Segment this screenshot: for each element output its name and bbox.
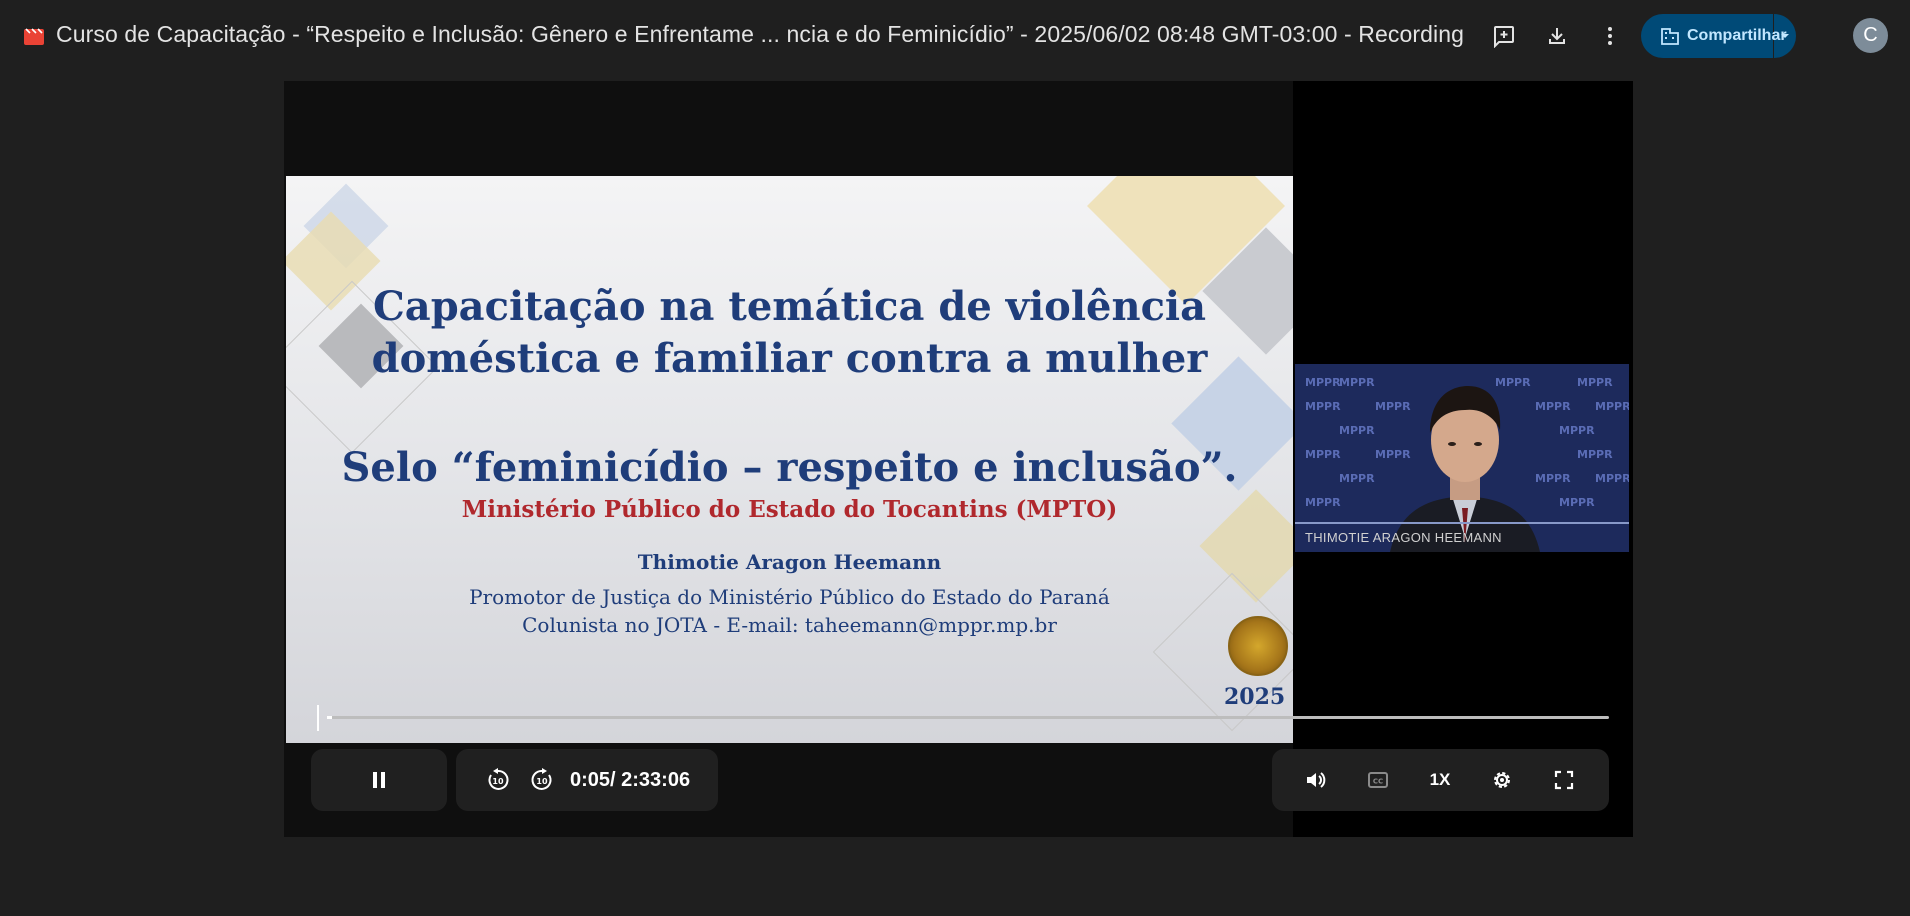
forward-10-button[interactable]: 10 [522, 749, 562, 811]
pause-button[interactable] [311, 749, 447, 811]
domain-icon [1661, 27, 1679, 45]
recording-title: Curso de Capacitação - “Respeito e Inclu… [56, 21, 1465, 47]
slide-presenter: Thimotie Aragon Heemann [637, 550, 942, 574]
pause-icon [373, 772, 385, 788]
share-dropdown-button[interactable] [1774, 14, 1796, 58]
captions-icon: CC [1368, 772, 1388, 788]
background-logo-text: MPPR [1535, 400, 1571, 413]
top-bar: Curso de Capacitação - “Respeito e Inclu… [0, 0, 1910, 72]
download-icon[interactable] [1541, 20, 1573, 52]
background-logo-text: MPPR [1577, 448, 1613, 461]
share-button-group: Compartilhar [1641, 14, 1796, 58]
participant-camera: MPPR MPPR MPPR MPPR MPPR MPPR MPPR MPPR … [1295, 364, 1629, 552]
video-player[interactable]: Capacitação na temática de violência dom… [284, 81, 1633, 837]
background-logo-text: MPPR [1577, 376, 1613, 389]
play-control-group [311, 749, 447, 811]
video-file-icon [24, 27, 44, 45]
fullscreen-button[interactable] [1540, 749, 1588, 811]
share-label: Compartilhar [1687, 27, 1787, 44]
slide-presenter-role: Promotor de Justiça do Ministério Públic… [469, 585, 1110, 609]
playback-speed-button[interactable]: 1X [1416, 749, 1464, 811]
background-logo-text: MPPR [1559, 496, 1595, 509]
background-logo-text: MPPR [1305, 400, 1341, 413]
volume-button[interactable] [1292, 749, 1340, 811]
time-display: 0:05/ 2:33:06 [570, 749, 690, 811]
background-logo-text: MPPR [1339, 424, 1375, 437]
background-logo-text: MPPR [1339, 376, 1375, 389]
avatar[interactable]: C [1853, 18, 1888, 53]
fullscreen-icon [1554, 770, 1574, 790]
more-vert-icon[interactable] [1594, 20, 1626, 52]
camera-divider [1295, 522, 1629, 524]
slide-subtitle: Selo “feminicídio – respeito e inclusão”… [341, 444, 1238, 491]
slide-year: 2025 [1224, 684, 1286, 710]
screen-share-area: Capacitação na temática de violência dom… [284, 81, 1293, 837]
background-logo-text: MPPR [1595, 472, 1629, 485]
background-logo-text: MPPR [1339, 472, 1375, 485]
playback-speed: 1X [1429, 770, 1451, 789]
volume-icon [1307, 772, 1326, 788]
background-logo-text: MPPR [1305, 496, 1341, 509]
background-logo-text: MPPR [1305, 448, 1341, 461]
svg-text:10: 10 [492, 777, 504, 786]
presentation-slide: Capacitação na temática de violência dom… [286, 176, 1293, 743]
slide-presenter-contact: Colunista no JOTA - E-mail: taheemann@mp… [522, 613, 1057, 637]
add-comment-icon[interactable] [1488, 20, 1520, 52]
slide-title-line-2: doméstica e familiar contra a mulher [371, 335, 1208, 382]
settings-icon [1494, 772, 1510, 788]
rewind-10-icon: 10 [488, 768, 509, 790]
progress-played [327, 716, 333, 719]
background-logo-text: MPPR [1559, 424, 1595, 437]
slide-presenter-info: Promotor de Justiça do Ministério Públic… [286, 583, 1293, 639]
total-duration: / 2:33:06 [610, 769, 691, 791]
captions-button[interactable]: CC [1354, 749, 1402, 811]
seek-control-group: 10 10 0:05/ 2:33:06 [456, 749, 718, 811]
seal-logo [1228, 616, 1288, 676]
forward-10-icon: 10 [531, 768, 552, 790]
participant-video [1390, 386, 1540, 552]
slide-title: Capacitação na temática de violência dom… [286, 281, 1293, 385]
share-button[interactable]: Compartilhar [1641, 14, 1787, 58]
caret-down-icon [1781, 34, 1789, 38]
settings-button[interactable] [1478, 749, 1526, 811]
slide-institution: Ministério Público do Estado do Tocantin… [461, 496, 1118, 523]
progress-scrubber[interactable] [317, 705, 319, 731]
background-logo-text: MPPR [1535, 472, 1571, 485]
rewind-10-button[interactable]: 10 [478, 749, 518, 811]
svg-text:10: 10 [536, 777, 548, 786]
current-time: 0:05 [570, 769, 611, 791]
progress-bar[interactable] [327, 716, 1609, 719]
background-logo-text: MPPR [1305, 376, 1341, 389]
settings-control-group: CC 1X [1272, 749, 1609, 811]
slide-title-line-1: Capacitação na temática de violência [372, 283, 1207, 330]
svg-text:CC: CC [1373, 778, 1383, 786]
background-logo-text: MPPR [1595, 400, 1629, 413]
participant-name: THIMOTIE ARAGON HEEMANN [1305, 530, 1502, 545]
